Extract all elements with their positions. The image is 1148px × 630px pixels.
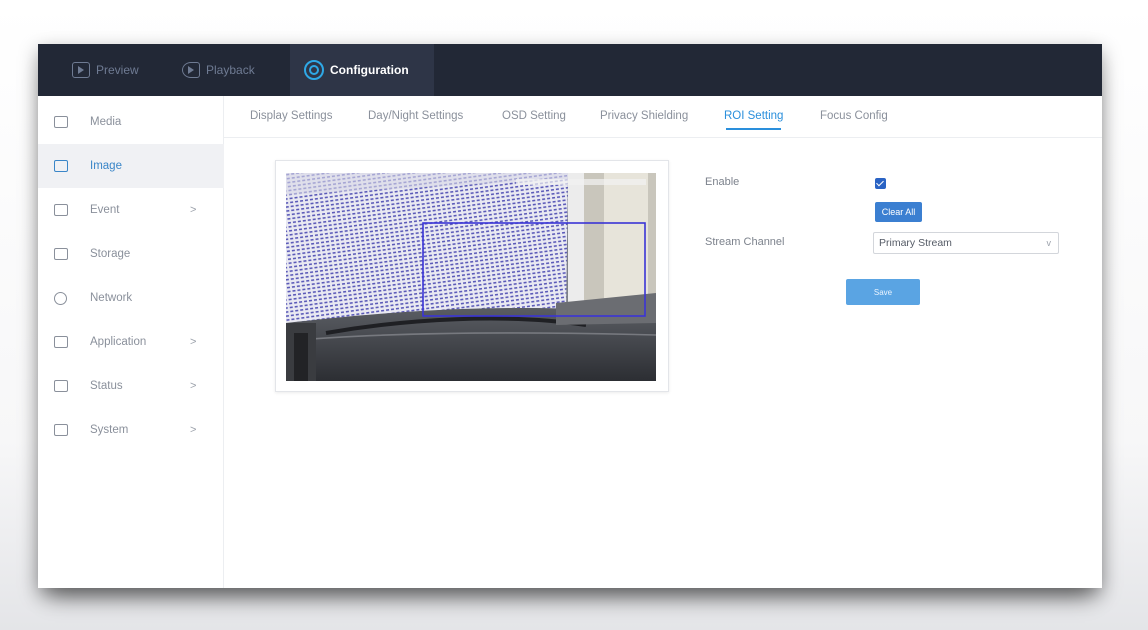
chevron-right-icon: > — [190, 424, 197, 436]
nav-playback[interactable]: Playback — [168, 44, 269, 96]
sidebar-item-event[interactable]: Event > — [38, 188, 224, 232]
sidebar-item-label: Storage — [90, 248, 131, 260]
sidebar-item-label: Network — [90, 292, 133, 304]
sidebar-item-system[interactable]: System > — [38, 408, 224, 452]
save-button[interactable]: Save — [846, 279, 920, 305]
tab-display-settings[interactable]: Display Settings — [250, 96, 332, 138]
tab-roi-setting[interactable]: ROI Setting — [724, 96, 783, 138]
chevron-down-icon: v — [1046, 238, 1052, 248]
top-navigation-bar: Preview Playback Configuration — [38, 44, 1102, 96]
nav-configuration-label: Configuration — [330, 63, 409, 77]
application-icon — [54, 336, 68, 348]
playback-icon — [182, 62, 200, 78]
preview-icon — [72, 62, 90, 78]
sidebar-item-network[interactable]: Network — [38, 276, 224, 320]
status-icon — [54, 380, 68, 392]
stream-channel-value: Primary Stream — [879, 237, 952, 249]
sidebar-item-storage[interactable]: Storage — [38, 232, 224, 276]
stream-channel-label: Stream Channel — [705, 236, 785, 248]
sidebar-item-label: Media — [90, 116, 122, 128]
configuration-icon — [304, 60, 324, 80]
chevron-right-icon: > — [190, 204, 197, 216]
tab-focus-config[interactable]: Focus Config — [820, 96, 888, 138]
video-preview-card — [275, 160, 669, 392]
sidebar-item-label: Image — [90, 160, 122, 172]
sidebar-item-status[interactable]: Status > — [38, 364, 224, 408]
media-icon — [54, 116, 68, 128]
enable-checkbox[interactable] — [875, 178, 886, 189]
network-icon — [54, 291, 67, 305]
camera-scene — [286, 173, 656, 381]
sidebar-item-media[interactable]: Media — [38, 100, 224, 144]
sidebar-item-label: Status — [90, 380, 123, 392]
sidebar-item-application[interactable]: Application > — [38, 320, 224, 364]
chevron-right-icon: > — [190, 336, 197, 348]
storage-icon — [54, 248, 68, 260]
sidebar-item-label: Event — [90, 204, 120, 216]
tab-privacy-shielding[interactable]: Privacy Shielding — [600, 96, 688, 138]
tab-osd-setting[interactable]: OSD Setting — [502, 96, 566, 138]
chevron-right-icon: > — [190, 380, 197, 392]
sidebar-item-image[interactable]: Image — [38, 144, 224, 188]
config-tabs: Display Settings Day/Night Settings OSD … — [224, 96, 1102, 138]
sidebar: Media Image Event > Storage Network Appl… — [38, 96, 224, 588]
sidebar-item-label: System — [90, 424, 129, 436]
stream-channel-select[interactable]: Primary Stream v — [873, 232, 1059, 254]
tab-day-night-settings[interactable]: Day/Night Settings — [368, 96, 463, 138]
enable-label: Enable — [705, 176, 740, 188]
clear-all-button[interactable]: Clear All — [875, 202, 922, 222]
nav-preview[interactable]: Preview — [58, 44, 153, 96]
nav-configuration[interactable]: Configuration — [290, 44, 434, 96]
system-icon — [54, 424, 68, 436]
app-window: Preview Playback Configuration Media Ima… — [38, 44, 1102, 588]
image-icon — [54, 160, 68, 172]
nav-preview-label: Preview — [96, 63, 139, 77]
event-icon — [54, 204, 68, 216]
sidebar-item-label: Application — [90, 336, 147, 348]
camera-live-view[interactable] — [286, 173, 656, 381]
nav-playback-label: Playback — [206, 63, 255, 77]
